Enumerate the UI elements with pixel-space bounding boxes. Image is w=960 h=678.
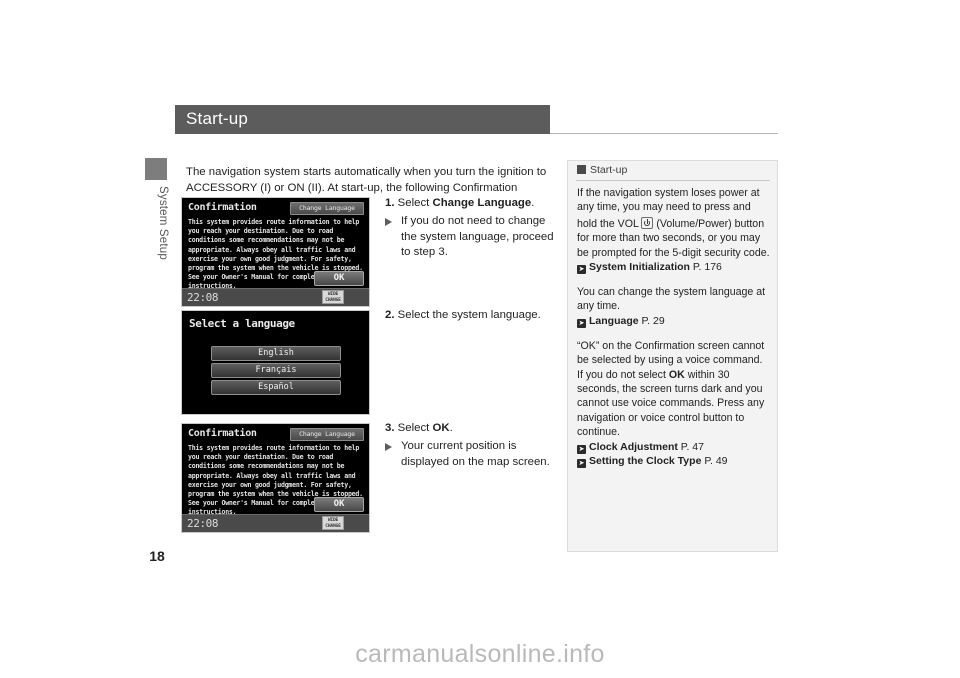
- side-note-panel: Start-up If the navigation system loses …: [567, 160, 778, 552]
- wide-change-badge-line2: CHANGE: [325, 524, 341, 529]
- nav-screen-title: Confirmation: [188, 202, 257, 213]
- note-reference[interactable]: ➤ System Initialization P. 176: [577, 260, 770, 275]
- step-2-lead: Select the system language.: [397, 309, 541, 321]
- language-screen-title: Select a language: [189, 317, 295, 330]
- side-note-rule: [576, 180, 770, 181]
- nav-screen-title: Confirmation: [188, 428, 257, 439]
- step-2: 2. Select the system language.: [385, 308, 555, 323]
- note-reference-name: Clock Adjustment: [589, 440, 678, 453]
- step-2-heading: 2. Select the system language.: [385, 308, 555, 323]
- triangle-bullet-icon: [385, 218, 392, 227]
- step-1-lead: Select: [397, 197, 433, 209]
- language-option-francais[interactable]: Français: [211, 363, 341, 378]
- screenshot-confirmation-bottom: Confirmation Change Language This system…: [181, 423, 370, 533]
- side-note-header-label: Start-up: [590, 164, 628, 176]
- clock-display: 22:08: [187, 291, 219, 304]
- triangle-bullet-icon: [385, 443, 392, 452]
- note-reference-page: P. 176: [692, 261, 722, 274]
- page-title: Start-up: [186, 109, 249, 128]
- reference-arrow-icon: ➤: [577, 444, 586, 454]
- step-1-note-text: If you do not need to change the system …: [401, 215, 554, 258]
- language-option-english[interactable]: English: [211, 346, 341, 361]
- step-3-note: Your current position is displayed on th…: [385, 439, 555, 470]
- screenshot-confirmation-top: Confirmation Change Language This system…: [181, 197, 370, 307]
- note-reference[interactable]: ➤ Clock Adjustment P. 47: [577, 440, 770, 454]
- note-paragraph-1: If the navigation system loses power at …: [577, 186, 770, 275]
- note-reference-page: P. 29: [641, 314, 665, 327]
- wide-change-badge[interactable]: WIDE CHANGE: [322, 290, 344, 304]
- clock-display: 22:08: [187, 517, 219, 530]
- note-reference-page: P. 49: [704, 454, 728, 467]
- site-watermark: carmanualsonline.info: [355, 640, 605, 668]
- step-3-tail: .: [449, 422, 453, 434]
- note-paragraph-2: You can change the system language at an…: [577, 285, 770, 328]
- step-1-heading: 1. Select Change Language.: [385, 196, 555, 211]
- change-language-button[interactable]: Change Language: [290, 202, 364, 215]
- step-1-tail: .: [531, 197, 535, 209]
- step-3: 3. Select OK. Your current position is d…: [385, 421, 555, 470]
- nav-status-bar: 22:08 WIDE CHANGE: [182, 288, 369, 306]
- side-note-header: Start-up: [577, 164, 627, 176]
- note-marker-icon: [577, 165, 586, 174]
- wide-change-badge-line2: CHANGE: [325, 298, 341, 303]
- page-title-bar: Start-up: [175, 105, 550, 134]
- step-3-number: 3.: [385, 422, 395, 434]
- note-reference[interactable]: ➤ Setting the Clock Type P. 49: [577, 454, 770, 468]
- note-reference-name: Language: [589, 314, 639, 327]
- wide-change-badge[interactable]: WIDE CHANGE: [322, 516, 344, 530]
- page-number: 18: [149, 548, 165, 564]
- step-1: 1. Select Change Language. If you do not…: [385, 196, 555, 260]
- step-1-note: If you do not need to change the system …: [385, 214, 555, 260]
- manual-page: System Setup 18 Start-up The navigation …: [0, 0, 960, 678]
- chapter-tab-label: System Setup: [157, 186, 169, 260]
- step-3-heading: 3. Select OK.: [385, 421, 555, 436]
- change-language-button[interactable]: Change Language: [290, 428, 364, 441]
- side-note-body: If the navigation system loses power at …: [577, 186, 770, 468]
- step-2-number: 2.: [385, 309, 395, 321]
- step-3-note-text: Your current position is displayed on th…: [401, 440, 550, 468]
- reference-arrow-icon: ➤: [577, 318, 586, 328]
- nav-status-bar: 22:08 WIDE CHANGE: [182, 514, 369, 532]
- ok-button[interactable]: OK: [314, 497, 364, 512]
- language-option-list: English Français Español: [211, 346, 341, 397]
- step-1-bold: Change Language: [432, 197, 532, 209]
- note-reference[interactable]: ➤ Language P. 29: [577, 314, 770, 328]
- step-3-bold: OK: [432, 422, 450, 434]
- reference-arrow-icon: ➤: [577, 265, 586, 275]
- power-icon: [641, 216, 654, 229]
- note-reference-name: System Initialization: [589, 261, 690, 274]
- note-paragraph-3: “OK” on the Confirmation screen cannot b…: [577, 339, 770, 468]
- note-reference-name: Setting the Clock Type: [589, 454, 702, 467]
- chapter-tab-marker: [145, 158, 167, 180]
- ok-button[interactable]: OK: [314, 271, 364, 286]
- reference-arrow-icon: ➤: [577, 458, 586, 468]
- language-option-espanol[interactable]: Español: [211, 380, 341, 395]
- note-reference-page: P. 47: [680, 440, 704, 453]
- note-paragraph-3-inline-bold: OK: [668, 368, 685, 381]
- note-paragraph-2-text: You can change the system language at an…: [577, 286, 766, 313]
- screenshot-select-language: Select a language English Français Españ…: [181, 310, 370, 415]
- step-3-lead: Select: [397, 422, 433, 434]
- step-1-number: 1.: [385, 197, 395, 209]
